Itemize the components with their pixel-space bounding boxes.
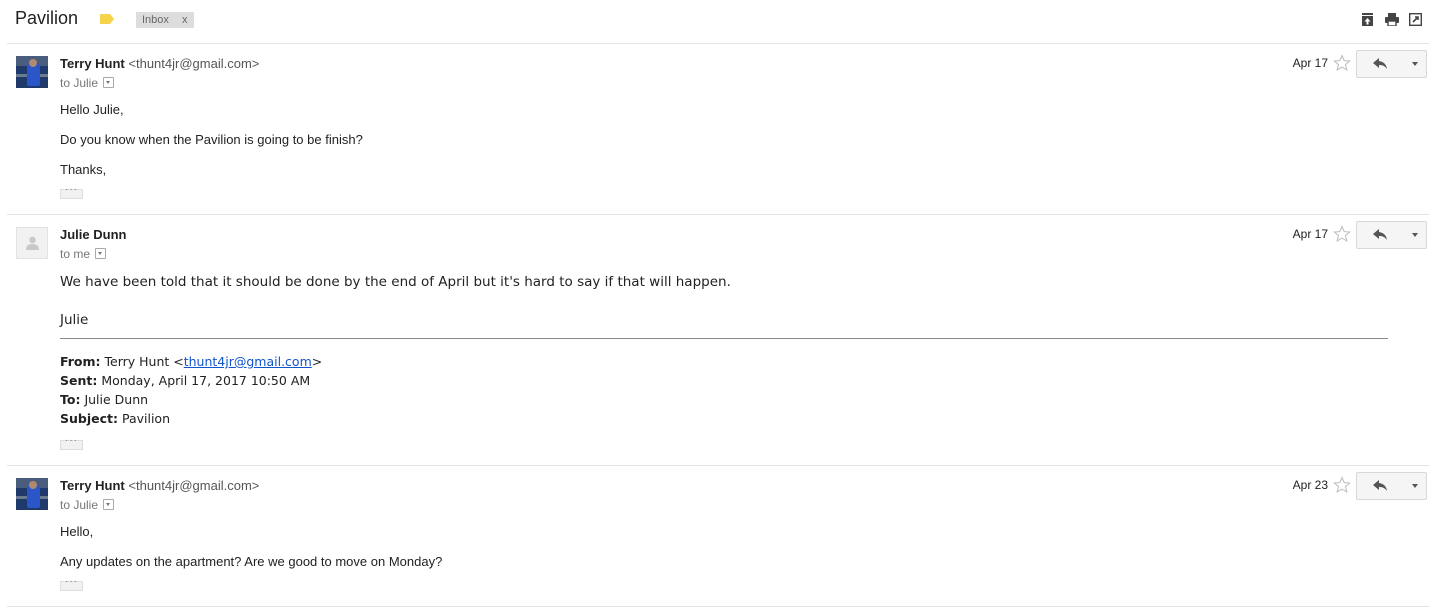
star-icon[interactable] [1333, 54, 1351, 72]
expand-all-icon[interactable] [1361, 13, 1375, 27]
more-options-button[interactable] [1405, 221, 1427, 249]
reply-button[interactable] [1356, 472, 1406, 500]
message-date: Apr 17 [1292, 227, 1328, 241]
remove-label-button[interactable]: x [182, 12, 188, 28]
new-window-icon[interactable] [1408, 12, 1423, 27]
show-trimmed-content-button[interactable] [60, 576, 83, 591]
quoted-message-rule [60, 338, 1388, 339]
message-date: Apr 17 [1292, 56, 1328, 70]
recipient-text: to me [60, 247, 91, 261]
message-date: Apr 23 [1292, 478, 1328, 492]
message-card: Terry Hunt <thunt4jr@gmail.com> to Julie… [0, 44, 1437, 214]
sender-name[interactable]: Terry Hunt [60, 56, 125, 71]
avatar[interactable] [16, 478, 48, 510]
default-avatar-icon [26, 236, 39, 250]
recipient-line: to me [60, 247, 107, 261]
sender-name[interactable]: Terry Hunt [60, 478, 125, 493]
reply-button-group [1356, 221, 1427, 249]
reply-button-group [1356, 472, 1427, 500]
reply-button-group [1356, 50, 1427, 78]
message-body-line: Thanks, [60, 162, 107, 177]
show-details-icon[interactable] [103, 499, 115, 510]
message-divider [7, 606, 1429, 607]
sender-email: <thunt4jr@gmail.com> [128, 56, 260, 71]
recipient-text: to Julie [60, 498, 99, 512]
sender-line: Terry Hunt <thunt4jr@gmail.com> [60, 56, 259, 71]
sender-line: Julie Dunn [60, 227, 126, 242]
reply-button[interactable] [1356, 50, 1406, 78]
message-body-line: Any updates on the apartment? Are we goo… [60, 554, 443, 569]
reply-icon [1373, 229, 1387, 240]
message-body-line: Do you know when the Pavilion is going t… [60, 132, 363, 147]
forward-subject-line: Subject: Pavilion [60, 411, 171, 426]
more-options-button[interactable] [1405, 472, 1427, 500]
forward-to-line: To: Julie Dunn [60, 392, 149, 407]
print-icon[interactable] [1385, 13, 1399, 27]
recipient-text: to Julie [60, 76, 99, 90]
star-icon[interactable] [1333, 476, 1351, 494]
message-body-line: We have been told that it should be done… [60, 274, 731, 290]
forward-sent-line: Sent: Monday, April 17, 2017 10:50 AM [60, 373, 311, 388]
sender-line: Terry Hunt <thunt4jr@gmail.com> [60, 478, 259, 493]
more-options-button[interactable] [1405, 50, 1427, 78]
show-trimmed-content-button[interactable] [60, 435, 83, 450]
reply-icon [1373, 58, 1387, 69]
message-card: Terry Hunt <thunt4jr@gmail.com> to Julie… [0, 466, 1437, 606]
avatar[interactable] [16, 227, 48, 259]
message-body-line: Hello Julie, [60, 102, 124, 117]
show-details-icon[interactable] [95, 248, 107, 259]
reply-button[interactable] [1356, 221, 1406, 249]
sender-name[interactable]: Julie Dunn [60, 227, 126, 242]
recipient-line: to Julie [60, 498, 115, 512]
inbox-label-text: Inbox [142, 14, 169, 26]
message-body-line: Hello, [60, 524, 94, 539]
reply-icon [1373, 480, 1387, 491]
sender-email: <thunt4jr@gmail.com> [128, 478, 260, 493]
forward-from-line: From: Terry Hunt <thunt4jr@gmail.com> [60, 354, 323, 369]
show-details-icon[interactable] [103, 77, 115, 88]
conversation-subject: Pavilion [15, 8, 79, 28]
star-icon[interactable] [1333, 225, 1351, 243]
message-card: Julie Dunn to me Apr 17 We have been tol… [0, 215, 1437, 465]
message-signature: Julie [60, 312, 89, 328]
email-link[interactable]: thunt4jr@gmail.com [184, 354, 312, 369]
conversation-header: Pavilion Inbox x [0, 0, 1437, 42]
recipient-line: to Julie [60, 76, 115, 90]
inbox-label-chip: Inbox x [136, 12, 194, 28]
label-tag-icon[interactable] [100, 14, 114, 24]
avatar[interactable] [16, 56, 48, 88]
show-trimmed-content-button[interactable] [60, 184, 83, 199]
